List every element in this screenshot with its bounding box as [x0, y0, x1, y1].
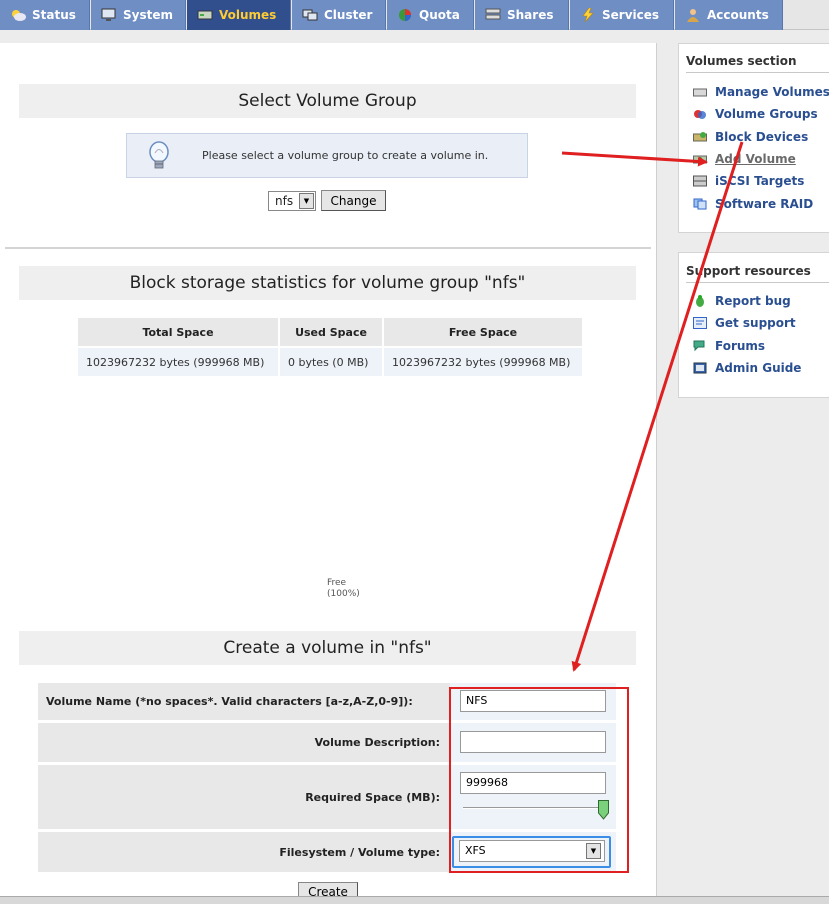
- iscsi-icon: [693, 175, 707, 187]
- book-icon: [693, 362, 707, 374]
- sidebar-item-label: Report bug: [715, 294, 791, 308]
- top-navigation: Status System Volumes Cluster Quota Shar…: [0, 0, 829, 30]
- volume-name-label: Volume Name (*no spaces*. Valid characte…: [46, 695, 413, 708]
- volume-group-select[interactable]: nfs ▼: [268, 191, 316, 211]
- status-bar: [0, 896, 829, 904]
- lightning-icon: [580, 7, 596, 23]
- user-icon: [685, 8, 701, 22]
- chart-label-name: Free: [327, 578, 347, 588]
- cell-free-space: 1023967232 bytes (999968 MB): [384, 348, 582, 376]
- header-total-space: Total Space: [78, 318, 278, 346]
- tab-label: Quota: [419, 8, 460, 22]
- tab-cluster[interactable]: Cluster: [292, 0, 386, 30]
- tab-accounts[interactable]: Accounts: [675, 0, 783, 30]
- sidebar-item-iscsi-targets[interactable]: iSCSI Targets: [693, 173, 804, 189]
- focus-highlight: [452, 836, 611, 868]
- tab-label: Shares: [507, 8, 554, 22]
- tab-label: Accounts: [707, 8, 769, 22]
- stats-title: Block storage statistics for volume grou…: [19, 266, 636, 300]
- header-used-space: Used Space: [280, 318, 382, 346]
- sidebar-item-add-volume[interactable]: Add Volume: [693, 151, 796, 167]
- hint-text: Please select a volume group to create a…: [202, 149, 489, 162]
- sidebar-item-label: Add Volume: [715, 152, 796, 166]
- hint-box: Please select a volume group to create a…: [126, 133, 528, 178]
- sidebar-item-label: Block Devices: [715, 130, 809, 144]
- bug-icon: [693, 295, 707, 307]
- sidebar-item-label: Volume Groups: [715, 107, 818, 121]
- support-resources-title: Support resources: [686, 264, 811, 278]
- tab-services[interactable]: Services: [570, 0, 674, 30]
- header-free-space: Free Space: [384, 318, 582, 346]
- chart-label-percent: (100%): [327, 589, 360, 599]
- tab-label: Volumes: [219, 8, 277, 22]
- tab-label: System: [123, 8, 173, 22]
- sidebar-item-label: Forums: [715, 339, 766, 353]
- change-button[interactable]: Change: [321, 190, 386, 211]
- volume-groups-icon: [693, 108, 707, 120]
- tab-status[interactable]: Status: [0, 0, 90, 30]
- cell-used-space: 0 bytes (0 MB): [280, 348, 382, 376]
- add-volume-icon: [693, 153, 707, 165]
- volume-group-value: nfs: [275, 194, 294, 208]
- sidebar-item-software-raid[interactable]: Software RAID: [693, 196, 813, 212]
- block-devices-icon: [693, 131, 707, 143]
- tab-shares[interactable]: Shares: [475, 0, 569, 30]
- tab-label: Status: [32, 8, 76, 22]
- tab-quota[interactable]: Quota: [387, 0, 474, 30]
- sidebar-item-volume-groups[interactable]: Volume Groups: [693, 106, 818, 122]
- drive-icon: [197, 8, 213, 22]
- table-header-row: Total Space Used Space Free Space: [78, 318, 582, 346]
- monitor-icon: [101, 8, 117, 22]
- divider: [686, 72, 829, 73]
- support-icon: [693, 317, 707, 329]
- quota-icon: [397, 8, 413, 22]
- sidebar-item-forums[interactable]: Forums: [693, 338, 765, 354]
- volume-description-label: Volume Description:: [314, 736, 440, 749]
- stats-table: Total Space Used Space Free Space 102396…: [76, 316, 584, 378]
- sidebar-item-block-devices[interactable]: Block Devices: [693, 129, 808, 145]
- volumes-section-box: Volumes section Manage Volumes Volume Gr…: [678, 43, 829, 233]
- tab-volumes[interactable]: Volumes: [187, 0, 291, 30]
- forums-icon: [693, 340, 707, 352]
- support-resources-box: Support resources Report bug Get support…: [678, 252, 829, 398]
- sidebar-item-label: Get support: [715, 316, 796, 330]
- drive-icon: [693, 86, 707, 98]
- filesystem-label: Filesystem / Volume type:: [279, 846, 440, 859]
- sidebar-item-admin-guide[interactable]: Admin Guide: [693, 360, 801, 376]
- cell-total-space: 1023967232 bytes (999968 MB): [78, 348, 278, 376]
- cluster-icon: [302, 8, 318, 22]
- table-row: 1023967232 bytes (999968 MB) 0 bytes (0 …: [78, 348, 582, 376]
- tab-system[interactable]: System: [91, 0, 186, 30]
- sidebar-item-report-bug[interactable]: Report bug: [693, 293, 791, 309]
- sidebar-item-label: Software RAID: [715, 197, 814, 211]
- sidebar-item-label: Manage Volumes: [715, 85, 829, 99]
- select-volume-group-title: Select Volume Group: [19, 84, 636, 118]
- divider: [686, 282, 829, 283]
- weather-icon: [10, 8, 26, 22]
- lightbulb-icon: [147, 140, 171, 175]
- volumes-section-title: Volumes section: [686, 54, 797, 68]
- chart-label: Free (100%): [327, 578, 360, 600]
- sidebar-item-get-support[interactable]: Get support: [693, 315, 796, 331]
- tab-label: Cluster: [324, 8, 373, 22]
- section-divider: [5, 247, 651, 249]
- sidebar-item-label: iSCSI Targets: [715, 174, 805, 188]
- tab-label: Services: [602, 8, 660, 22]
- shares-icon: [485, 8, 501, 22]
- sidebar-item-manage-volumes[interactable]: Manage Volumes: [693, 84, 829, 100]
- chevron-down-icon[interactable]: ▼: [299, 193, 314, 209]
- raid-icon: [693, 198, 707, 210]
- sidebar-item-label: Admin Guide: [715, 361, 802, 375]
- create-volume-title: Create a volume in "nfs": [19, 631, 636, 665]
- required-space-label: Required Space (MB):: [305, 791, 440, 804]
